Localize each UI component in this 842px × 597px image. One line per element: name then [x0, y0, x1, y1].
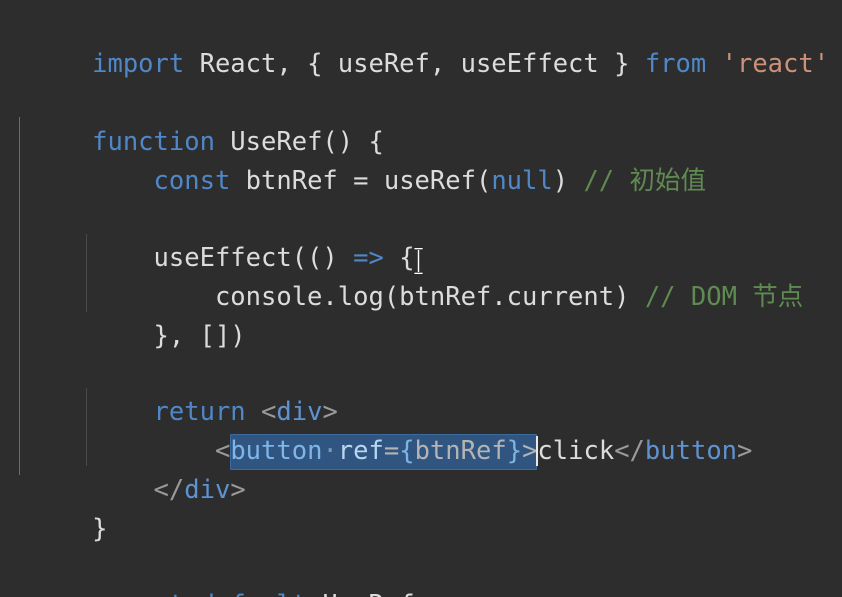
keyword-import: import — [92, 49, 185, 79]
code-line-useeffect-close[interactable]: }, []) — [0, 276, 842, 351]
code-line-import[interactable]: import React, { useRef, useEffect } from… — [0, 4, 842, 79]
import-bindings: React, { useRef, useEffect } — [184, 49, 645, 79]
code-line-useeffect-open[interactable]: useEffect(() => { — [0, 198, 842, 273]
useref-call: btnRef = useRef( — [230, 166, 492, 196]
code-editor[interactable]: import React, { useRef, useEffect } from… — [0, 0, 842, 597]
code-line-console-log[interactable]: console.log(btnRef.current) // DOM 节点 — [0, 237, 842, 312]
code-line-function-decl[interactable]: function UseRef() { — [0, 82, 842, 157]
keyword-default: default — [200, 590, 307, 597]
code-line-close-div[interactable]: </div> — [0, 430, 842, 505]
string-react: 'react' — [721, 49, 830, 79]
code-line-export-default[interactable]: export default UseRef — [0, 545, 842, 597]
keyword-export: export — [92, 590, 184, 597]
code-line-button-jsx[interactable]: <button·ref={btnRef}>click</button> — [0, 391, 842, 470]
code-line-function-close[interactable]: } — [0, 469, 842, 544]
keyword-const: const — [153, 166, 231, 196]
exported-name-useref: UseRef — [307, 590, 414, 597]
keyword-from: from — [644, 49, 707, 79]
useeffect-deps: }, []) — [92, 321, 246, 351]
comment-initial-value: // 初始值 — [583, 166, 707, 196]
code-surface[interactable]: import React, { useRef, useEffect } from… — [0, 0, 842, 597]
code-line-return-div[interactable]: return <div> — [0, 352, 842, 427]
close-paren: ) — [552, 166, 584, 196]
close-brace: } — [92, 514, 108, 544]
literal-null: null — [491, 166, 553, 196]
code-line-const-btnref[interactable]: const btnRef = useRef(null) // 初始值 — [0, 121, 842, 196]
